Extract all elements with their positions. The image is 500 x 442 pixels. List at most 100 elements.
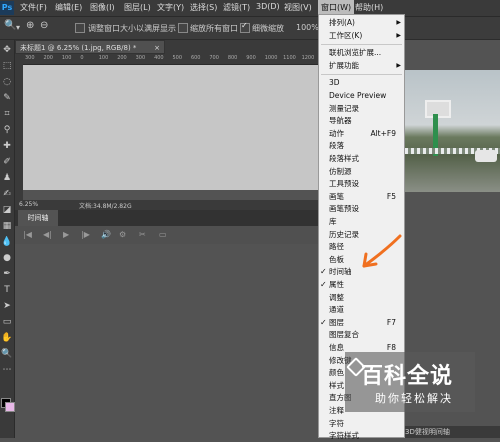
check-icon: ✓ bbox=[320, 280, 327, 289]
zoom-all-checkbox[interactable] bbox=[178, 23, 188, 33]
history-brush-tool-icon[interactable]: ✍ bbox=[1, 188, 13, 200]
menu-item[interactable]: 3D bbox=[319, 77, 404, 89]
menu-item[interactable]: 画笔 F5 bbox=[319, 191, 404, 203]
crop-tool-icon[interactable]: ⌗ bbox=[1, 108, 13, 120]
menu-item[interactable]: 字符 bbox=[319, 418, 404, 430]
next-frame-icon[interactable]: |▶ bbox=[81, 230, 90, 239]
tab-timeline[interactable]: 时间轴 bbox=[18, 210, 58, 226]
menu-3d[interactable]: 3D(D) bbox=[256, 2, 280, 11]
menu-item[interactable]: 扩展功能 ▶ bbox=[319, 60, 404, 72]
hand-tool-icon[interactable]: ✋ bbox=[1, 332, 13, 344]
brush-tool-icon[interactable]: ✐ bbox=[1, 156, 13, 168]
menu-item[interactable]: 库 bbox=[319, 216, 404, 228]
eyedropper-tool-icon[interactable]: ⚲ bbox=[1, 124, 13, 136]
quick-select-tool-icon[interactable]: ✎ bbox=[1, 92, 13, 104]
menu-item[interactable]: 字符样式 bbox=[319, 430, 404, 442]
menu-item-label: 属性 bbox=[329, 280, 344, 289]
menu-item[interactable]: 排列(A) ▶ bbox=[319, 17, 404, 29]
zoom-tool-side-icon[interactable]: 🔍 bbox=[1, 348, 13, 360]
menu-item[interactable]: ✓ 图层 F7 bbox=[319, 317, 404, 329]
orange-arrow-annotation bbox=[362, 234, 402, 268]
menu-item[interactable]: Device Preview bbox=[319, 90, 404, 102]
menu-item[interactable]: 联机浏览扩展... bbox=[319, 47, 404, 59]
status-zoom[interactable]: 6.25% bbox=[19, 201, 38, 208]
menu-bar: Ps 文件(F) 编辑(E) 图像(I) 图层(L) 文字(Y) 选择(S) 滤… bbox=[0, 0, 500, 17]
menu-item[interactable]: 调整 bbox=[319, 292, 404, 304]
zoom-out-icon[interactable]: ⊖ bbox=[40, 20, 48, 31]
stamp-tool-icon[interactable]: ♟ bbox=[1, 172, 13, 184]
ruler-tick-label: 200 bbox=[43, 55, 53, 61]
menu-filter[interactable]: 滤镜(T) bbox=[223, 2, 250, 13]
resize-windows-checkbox[interactable] bbox=[75, 23, 85, 33]
menu-item[interactable]: 图层复合 bbox=[319, 329, 404, 341]
menu-item[interactable]: 画笔预设 bbox=[319, 203, 404, 215]
zoom-tool-icon[interactable]: 🔍 bbox=[4, 20, 16, 31]
document-canvas[interactable] bbox=[23, 65, 318, 190]
submenu-arrow-icon: ▶ bbox=[396, 61, 401, 69]
menu-item[interactable]: 段落 bbox=[319, 140, 404, 152]
menu-item[interactable]: 工作区(K) ▶ bbox=[319, 30, 404, 42]
transition-icon[interactable]: ▭ bbox=[159, 230, 167, 239]
audio-icon[interactable]: 🔊 bbox=[101, 230, 111, 239]
menu-type[interactable]: 文字(Y) bbox=[157, 2, 184, 13]
background-color-swatch[interactable] bbox=[5, 402, 15, 412]
play-icon[interactable]: ▶ bbox=[63, 230, 69, 239]
zoom-dropdown-icon[interactable]: ▾ bbox=[16, 23, 20, 32]
menu-item[interactable]: 通道 bbox=[319, 304, 404, 316]
menu-item[interactable]: 仿制源 bbox=[319, 166, 404, 178]
zoom-value[interactable]: 100% bbox=[296, 23, 319, 32]
more-tools-icon[interactable]: ⋯ bbox=[1, 364, 13, 376]
document-tab[interactable]: 未标题1 @ 6.25% (1.jpg, RGB/8) * × bbox=[15, 40, 165, 54]
menu-item[interactable]: 工具预设 bbox=[319, 178, 404, 190]
marquee-tool-icon[interactable]: ⬚ bbox=[1, 60, 13, 72]
menu-select[interactable]: 选择(S) bbox=[190, 2, 217, 13]
ruler-tick-label: 800 bbox=[227, 55, 238, 61]
ruler-tick-label: 1100 bbox=[283, 55, 296, 61]
healing-tool-icon[interactable]: ✚ bbox=[1, 140, 13, 152]
parked-car bbox=[475, 150, 497, 162]
menu-item-label: 段落 bbox=[329, 141, 344, 151]
menu-item-label: 画笔 bbox=[329, 191, 344, 201]
menu-edit[interactable]: 编辑(E) bbox=[55, 2, 82, 13]
ruler-tick-label: 100 bbox=[98, 55, 109, 61]
menu-item-label: 导航器 bbox=[329, 116, 352, 126]
scrubby-zoom-checkbox[interactable] bbox=[240, 21, 250, 33]
ruler-tick-label: 0 bbox=[80, 55, 84, 61]
type-tool-icon[interactable]: T bbox=[1, 284, 13, 296]
menu-item-label: 样式 bbox=[329, 380, 344, 390]
menu-item[interactable]: 段落样式 bbox=[319, 153, 404, 165]
menu-item[interactable]: 导航器 bbox=[319, 115, 404, 127]
path-select-tool-icon[interactable]: ➤ bbox=[1, 300, 13, 312]
zoom-in-icon[interactable]: ⊕ bbox=[26, 20, 34, 31]
menu-item[interactable]: ✓ 属性 bbox=[319, 279, 404, 291]
menu-layer[interactable]: 图层(L) bbox=[124, 2, 151, 13]
lasso-tool-icon[interactable]: ◌ bbox=[1, 76, 13, 88]
shape-tool-icon[interactable]: ▭ bbox=[1, 316, 13, 328]
ruler-tick-label: 1200 bbox=[301, 55, 315, 61]
eraser-tool-icon[interactable]: ◪ bbox=[1, 204, 13, 216]
menu-item-label: 通道 bbox=[329, 305, 344, 315]
menu-item-shortcut: Alt+F9 bbox=[370, 128, 396, 138]
go-to-first-frame-icon[interactable]: |◀ bbox=[23, 230, 32, 239]
menu-item[interactable]: 动作 Alt+F9 bbox=[319, 128, 404, 140]
menu-view[interactable]: 视图(V) bbox=[284, 2, 312, 13]
gradient-tool-icon[interactable]: ▦ bbox=[1, 220, 13, 232]
dodge-tool-icon[interactable]: ● bbox=[1, 252, 13, 264]
blur-tool-icon[interactable]: 💧 bbox=[1, 236, 13, 248]
settings-icon[interactable]: ⚙ bbox=[119, 230, 126, 239]
move-tool-icon[interactable]: ✥ bbox=[1, 44, 13, 56]
tools-panel: ✥ ⬚ ◌ ✎ ⌗ ⚲ ✚ ✐ ♟ ✍ ◪ ▦ 💧 ● ✒ T ➤ ▭ ✋ 🔍 … bbox=[0, 40, 15, 438]
split-icon[interactable]: ✂ bbox=[139, 230, 146, 239]
close-icon[interactable]: × bbox=[154, 41, 160, 55]
menu-help[interactable]: 帮助(H) bbox=[355, 2, 383, 13]
pen-tool-icon[interactable]: ✒ bbox=[1, 268, 13, 280]
menu-item[interactable]: 测量记录 bbox=[319, 103, 404, 115]
previous-frame-icon[interactable]: ◀| bbox=[43, 230, 52, 239]
ruler-vertical bbox=[15, 55, 23, 200]
menu-file[interactable]: 文件(F) bbox=[20, 2, 47, 13]
basketball-court-photo bbox=[405, 70, 500, 192]
scrubby-zoom-label: 细微缩放 bbox=[252, 24, 284, 33]
ruler-tick-label: 300 bbox=[135, 55, 146, 61]
ruler-tick-label: 200 bbox=[117, 55, 127, 61]
menu-image[interactable]: 图像(I) bbox=[90, 2, 115, 13]
